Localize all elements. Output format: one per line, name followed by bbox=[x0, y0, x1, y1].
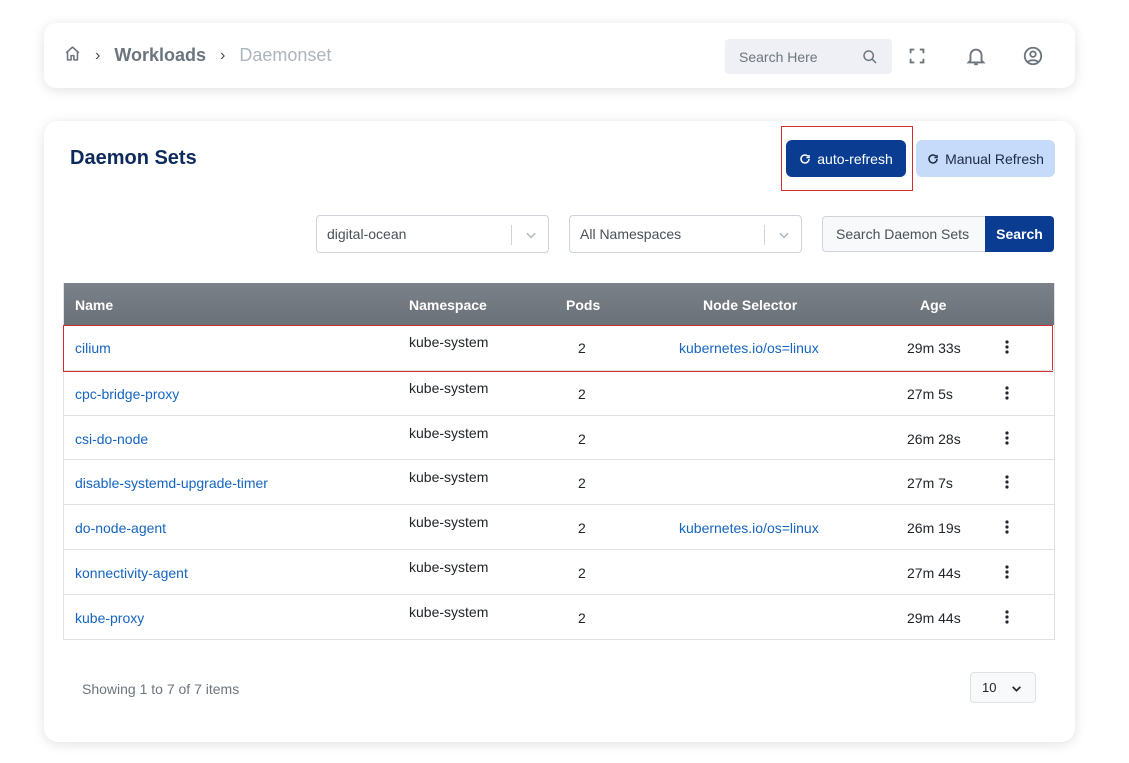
age-cell: 27m 5s bbox=[907, 385, 953, 402]
manual-refresh-label: Manual Refresh bbox=[945, 150, 1044, 167]
daemonset-name-link[interactable]: cilium bbox=[75, 340, 111, 356]
kebab-menu-icon[interactable] bbox=[1001, 610, 1013, 624]
daemonset-search: Search Daemon Sets Search bbox=[822, 216, 1054, 252]
user-icon[interactable] bbox=[1022, 45, 1044, 67]
top-bar: › Workloads › Daemonset Search Here bbox=[44, 23, 1075, 88]
table-row: konnectivity-agent kube-system 2 27m 44s bbox=[64, 548, 1054, 594]
node-selector-link[interactable]: kubernetes.io/os=linux bbox=[679, 520, 819, 536]
namespace-cell: kube-system bbox=[409, 469, 489, 486]
age-cell: 26m 28s bbox=[907, 430, 961, 447]
kebab-menu-icon[interactable] bbox=[1001, 520, 1013, 534]
kebab-menu-icon[interactable] bbox=[1001, 386, 1013, 400]
column-header-name[interactable]: Name bbox=[75, 297, 113, 313]
node-selector-link[interactable]: kubernetes.io/os=linux bbox=[679, 340, 819, 356]
pods-cell: 2 bbox=[578, 475, 586, 492]
breadcrumb-workloads[interactable]: Workloads bbox=[114, 45, 206, 66]
pods-cell: 2 bbox=[578, 340, 586, 356]
daemonset-name-link[interactable]: kube-proxy bbox=[75, 610, 144, 626]
cluster-select-value: digital-ocean bbox=[327, 226, 407, 242]
column-header-node-selector[interactable]: Node Selector bbox=[703, 297, 797, 313]
home-icon[interactable] bbox=[64, 45, 81, 67]
daemonsets-card: Daemon Sets auto-refresh Manual Refresh … bbox=[44, 121, 1075, 742]
table-row: csi-do-node kube-system 2 26m 28s bbox=[64, 414, 1054, 460]
fullscreen-icon[interactable] bbox=[906, 45, 928, 67]
pagination-info: Showing 1 to 7 of 7 items bbox=[82, 681, 240, 697]
pods-cell: 2 bbox=[578, 520, 586, 537]
age-cell: 29m 33s bbox=[907, 340, 961, 356]
namespace-cell: kube-system bbox=[409, 334, 489, 350]
manual-refresh-button[interactable]: Manual Refresh bbox=[916, 140, 1055, 177]
chevron-right-icon: › bbox=[220, 46, 226, 64]
global-search-placeholder: Search Here bbox=[739, 48, 818, 65]
select-divider bbox=[764, 225, 765, 245]
daemonset-name-link[interactable]: disable-systemd-upgrade-timer bbox=[75, 475, 268, 491]
kebab-menu-icon[interactable] bbox=[1001, 340, 1013, 354]
cluster-select[interactable]: digital-ocean bbox=[316, 215, 549, 253]
breadcrumb: › Workloads › Daemonset bbox=[64, 23, 331, 88]
pods-cell: 2 bbox=[578, 609, 586, 626]
chevron-down-icon bbox=[526, 232, 536, 239]
table-row: cpc-bridge-proxy kube-system 2 27m 5s bbox=[64, 369, 1054, 415]
table-row: do-node-agent kube-system 2 kubernetes.io/o… bbox=[64, 504, 1054, 549]
namespace-cell: kube-system bbox=[409, 424, 489, 441]
namespace-select[interactable]: All Namespaces bbox=[569, 215, 802, 253]
search-icon bbox=[863, 49, 877, 64]
column-header-pods[interactable]: Pods bbox=[566, 297, 600, 313]
daemonset-name-link[interactable]: konnectivity-agent bbox=[75, 565, 188, 581]
auto-refresh-label: auto-refresh bbox=[817, 150, 893, 167]
column-header-age[interactable]: Age bbox=[920, 297, 946, 313]
row-highlight-box bbox=[63, 325, 1053, 372]
chevron-down-icon bbox=[779, 232, 789, 239]
age-cell: 27m 7s bbox=[907, 475, 953, 492]
page-title: Daemon Sets bbox=[70, 147, 197, 169]
kebab-menu-icon[interactable] bbox=[1001, 430, 1013, 445]
daemonset-name-link[interactable]: csi-do-node bbox=[75, 431, 148, 447]
column-header-namespace[interactable]: Namespace bbox=[409, 297, 487, 313]
table-body: cilium kube-system 2 kubernetes.io/os=linux… bbox=[63, 325, 1054, 639]
table-row: disable-systemd-upgrade-timer kube-system… bbox=[64, 459, 1054, 504]
select-divider bbox=[511, 225, 512, 245]
namespace-cell: kube-system bbox=[409, 603, 489, 620]
pods-cell: 2 bbox=[578, 385, 586, 402]
daemonset-search-placeholder: Search Daemon Sets bbox=[836, 226, 970, 242]
age-cell: 26m 19s bbox=[907, 520, 961, 537]
refresh-icon bbox=[928, 153, 938, 164]
daemonset-name-link[interactable]: do-node-agent bbox=[75, 520, 166, 536]
auto-refresh-button[interactable]: auto-refresh bbox=[786, 140, 906, 177]
namespace-cell: kube-system bbox=[409, 558, 489, 575]
daemonset-name-link[interactable]: cpc-bridge-proxy bbox=[75, 386, 179, 402]
refresh-icon bbox=[800, 153, 810, 164]
pods-cell: 2 bbox=[578, 430, 586, 447]
age-cell: 27m 44s bbox=[907, 564, 961, 581]
table-row: cilium kube-system 2 kubernetes.io/os=linux… bbox=[63, 325, 1054, 372]
table-row: kube-proxy kube-system 2 29m 44s bbox=[64, 593, 1054, 639]
bell-icon[interactable] bbox=[965, 45, 987, 67]
page-size-select[interactable]: 10 bbox=[970, 672, 1036, 703]
namespace-cell: kube-system bbox=[409, 379, 489, 396]
namespace-cell: kube-system bbox=[409, 514, 489, 531]
daemonsets-table: Name Namespace Pods Node Selector Age ci… bbox=[63, 283, 1055, 640]
page-size-value: 10 bbox=[982, 680, 997, 695]
global-search-input[interactable]: Search Here bbox=[725, 39, 892, 74]
chevron-right-icon: › bbox=[95, 46, 101, 64]
kebab-menu-icon[interactable] bbox=[1001, 475, 1013, 489]
table-header: Name Namespace Pods Node Selector Age bbox=[64, 283, 1054, 325]
search-button[interactable]: Search bbox=[985, 216, 1054, 252]
pods-cell: 2 bbox=[578, 564, 586, 581]
kebab-menu-icon[interactable] bbox=[1001, 565, 1013, 579]
age-cell: 29m 44s bbox=[907, 609, 961, 626]
chevron-down-icon bbox=[1012, 686, 1021, 692]
breadcrumb-daemonset: Daemonset bbox=[239, 45, 332, 65]
daemonset-search-input[interactable]: Search Daemon Sets bbox=[822, 216, 985, 252]
namespace-select-value: All Namespaces bbox=[580, 226, 682, 242]
